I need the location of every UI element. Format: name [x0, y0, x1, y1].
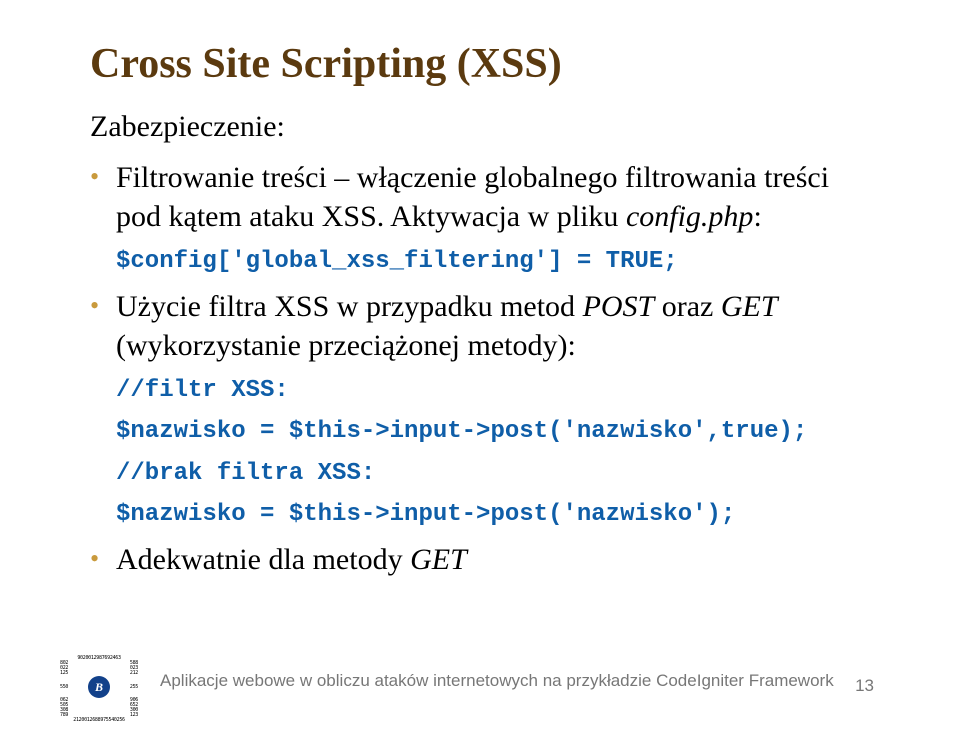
barcode-logo: 9020012987692463 802588 022023 125212 55…: [60, 656, 138, 706]
code-line-1: $config['global_xss_filtering'] = TRUE;: [116, 246, 870, 277]
code-line-2d: $nazwisko = $this->input->post('nazwisko…: [116, 499, 870, 530]
slide: Cross Site Scripting (XSS) Zabezpieczeni…: [0, 0, 960, 736]
bc-l4: 550: [60, 685, 68, 690]
bullet1-italic: config.php: [626, 200, 754, 233]
bullet3-text: Adekwatnie dla metody: [116, 543, 410, 576]
bullet2-italic2: GET: [721, 290, 778, 323]
bullet-item-2: Użycie filtra XSS w przypadku metod POST…: [90, 287, 870, 365]
bullet2-text1: Użycie filtra XSS w przypadku metod: [116, 290, 583, 323]
footer: 9020012987692463 802588 022023 125212 55…: [0, 656, 960, 706]
bullet-item-3: Adekwatnie dla metody GET: [90, 540, 870, 579]
code-line-2b: $nazwisko = $this->input->post('nazwisko…: [116, 416, 870, 447]
code-line-2a: //filtr XSS:: [116, 375, 870, 406]
bullet2-italic1: POST: [583, 290, 655, 323]
bullet2-suffix: (wykorzystanie przeciążonej metody):: [116, 329, 576, 362]
logo-letter: B: [95, 680, 103, 695]
subtitle: Zabezpieczenie:: [90, 110, 870, 144]
page-number: 13: [855, 676, 874, 696]
footer-text: Aplikacje webowe w obliczu ataków intern…: [160, 671, 872, 691]
code-line-2c: //brak filtra XSS:: [116, 458, 870, 489]
bullet2-mid: oraz: [654, 290, 721, 323]
bullet-item-1: Filtrowanie treści – włączenie globalneg…: [90, 158, 870, 236]
bullet3-italic: GET: [410, 543, 467, 576]
logo-circle: B: [88, 676, 110, 698]
bullet1-suffix: :: [753, 200, 761, 233]
bc-r4: 255: [130, 685, 138, 690]
bullet-list: Filtrowanie treści – włączenie globalneg…: [90, 158, 870, 579]
barcode-bottom: 2120012688975540256: [60, 718, 138, 723]
page-title: Cross Site Scripting (XSS): [90, 40, 870, 88]
